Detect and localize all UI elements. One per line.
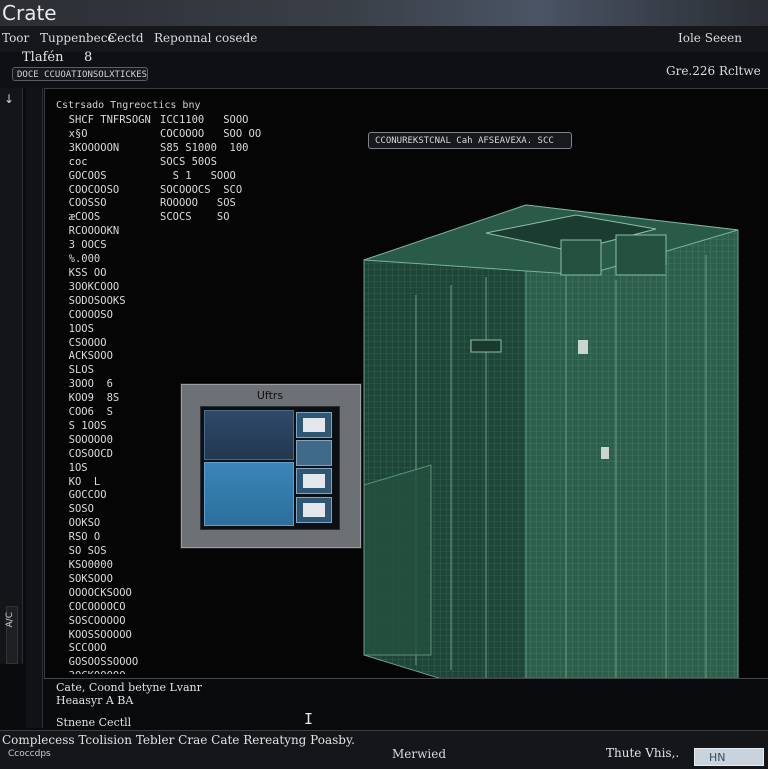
menu-item-right[interactable]: Iole Seeen <box>678 31 742 45</box>
menu-item-reponnal-cosede[interactable]: Reponnal cosede <box>154 31 257 45</box>
document-name[interactable]: Tlafén <box>22 50 63 65</box>
chevron-down-icon[interactable]: ↓ <box>4 92 14 106</box>
status-right-label: Thute Vhis,. <box>606 746 680 760</box>
document-index: 8 <box>84 50 93 65</box>
preview-panel-bottom[interactable] <box>204 462 294 526</box>
code-listing-column-2[interactable]: ICC1100 SOOO COCOOOO SOO OO S85 S1000 10… <box>160 114 380 254</box>
dialog-title: Uftrs <box>256 389 284 402</box>
status-message: Complecess Tcolision Tebler Crae Cate Re… <box>2 733 355 747</box>
preview-panel-top[interactable] <box>204 410 294 460</box>
menu-item-toor[interactable]: Toor <box>2 31 29 45</box>
viewport-label[interactable]: CCONUREKSTCNAL Cah AFSEAVEXA. SCC <box>368 132 572 149</box>
status-button[interactable]: HN <box>694 748 764 766</box>
status-sublabel: Ccoccdps <box>8 749 51 759</box>
command-output-line-1: Cate, Coond betyne Lvanr <box>56 681 202 694</box>
gutter-label: A/C <box>5 612 15 628</box>
status-mode: Merwied <box>392 747 447 761</box>
option-button-2[interactable] <box>296 440 332 466</box>
option-button-4[interactable] <box>296 497 332 523</box>
scroll-track[interactable] <box>26 88 43 728</box>
option-button-1[interactable] <box>296 412 332 438</box>
app-title: Crate <box>2 1 57 25</box>
command-output-line-2: Heaasyr A BA <box>56 694 134 707</box>
3d-model-viewport[interactable] <box>356 185 746 705</box>
option-button-3[interactable] <box>296 468 332 494</box>
breadcrumb-tab[interactable]: DOCE CCUOATIONSOLXTICKES <box>12 67 148 81</box>
coordinate-status: Gre.226 Rcltwe <box>666 64 761 78</box>
title-bar <box>0 0 768 27</box>
menu-item-cectd[interactable]: Cectd <box>108 31 144 45</box>
left-gutter <box>0 88 23 664</box>
text-cursor: I <box>304 710 314 728</box>
command-prompt[interactable]: Stnene Cectll <box>56 716 131 729</box>
editor-header: Cstrsado Tngreoctics bny <box>56 100 201 111</box>
menu-item-tuppenbece[interactable]: Tuppenbece <box>40 31 115 45</box>
